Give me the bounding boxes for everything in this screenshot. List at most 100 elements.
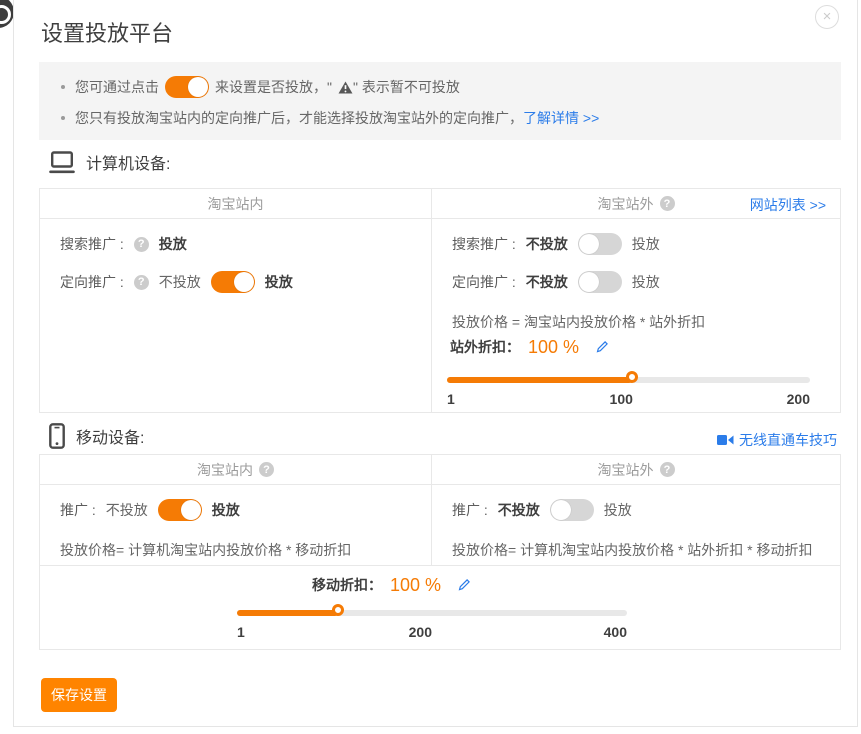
search-promo-label: 搜索推广 : xyxy=(60,234,124,254)
help-icon[interactable] xyxy=(259,462,274,477)
slider-max-label: 400 xyxy=(604,624,627,640)
computer-section-header: 计算机设备: xyxy=(49,150,170,174)
dialog-title: 设置投放平台 xyxy=(41,16,173,48)
onsite-target-toggle[interactable] xyxy=(211,271,255,293)
search-promo-row: 搜索推广 : 不投放 投放 xyxy=(452,232,660,256)
search-promo-value: 投放 xyxy=(159,234,187,254)
notice-box: 您可通过点击 来设置是否投放，" " 表示暂不可投放 您只有投放淘宝站内的定向推… xyxy=(39,62,841,140)
state-on-label: 投放 xyxy=(604,500,632,520)
mobile-onsite-cell: 推广 : 不投放 投放 投放价格= 计算机淘宝站内投放价格 * 移动折扣 xyxy=(40,485,432,565)
state-off-label: 不投放 xyxy=(526,234,568,254)
promo-label: 推广 : xyxy=(452,500,488,520)
promo-label: 推广 : xyxy=(60,500,96,520)
page-corner-logo xyxy=(0,0,14,28)
search-promo-label: 搜索推广 : xyxy=(452,234,516,254)
mobile-offsite-cell: 推广 : 不投放 投放 投放价格= 计算机淘宝站内投放价格 * 站外折扣 * 移… xyxy=(432,485,840,565)
offsite-target-toggle[interactable] xyxy=(578,271,622,293)
edit-pencil-icon[interactable] xyxy=(595,340,609,354)
offsite-header-label: 淘宝站外 xyxy=(598,460,654,480)
computer-onsite-cell: 搜索推广 : 投放 定向推广 : 不投放 投放 xyxy=(40,219,432,412)
notice-text: 您可通过点击 xyxy=(75,77,159,97)
state-off-label: 不投放 xyxy=(526,272,568,292)
bullet-dot xyxy=(61,116,65,120)
onsite-column-header: 淘宝站内 xyxy=(40,455,432,484)
offsite-search-toggle[interactable] xyxy=(578,233,622,255)
table-header: 淘宝站内 淘宝站外 xyxy=(40,455,840,485)
mobile-slider-scale: 1 200 400 xyxy=(237,624,627,642)
toggle-knob xyxy=(188,77,208,97)
toggle-knob xyxy=(579,272,599,292)
slider-min-label: 1 xyxy=(447,391,455,407)
mobile-offsite-price-formula: 投放价格= 计算机淘宝站内投放价格 * 站外折扣 * 移动折扣 xyxy=(452,540,813,560)
offsite-slider-scale: 1 100 200 xyxy=(447,391,810,409)
mobile-offsite-toggle[interactable] xyxy=(550,499,594,521)
offsite-header-label: 淘宝站外 xyxy=(598,194,654,214)
wireless-tips-link[interactable]: 无线直通车技巧 xyxy=(717,430,837,450)
offsite-discount-label: 站外折扣： xyxy=(450,337,520,357)
target-promo-label: 定向推广 : xyxy=(452,272,516,292)
monitor-icon xyxy=(49,151,75,174)
learn-more-link[interactable]: 了解详情 >> xyxy=(523,108,599,128)
mobile-section-header: 移动设备: xyxy=(49,423,144,449)
wireless-tips-label: 无线直通车技巧 xyxy=(739,430,837,450)
mobile-discount-label: 移动折扣： xyxy=(312,575,382,595)
mobile-discount-slider[interactable] xyxy=(237,610,627,616)
onsite-column-header: 淘宝站内 xyxy=(40,189,432,218)
bullet-dot xyxy=(61,85,65,89)
target-promo-label: 定向推广 : xyxy=(60,272,124,292)
computer-platform-table: 淘宝站内 淘宝站外 网站列表 >> 搜索推广 : 投放 定向推广 : 不投放 xyxy=(39,188,841,413)
help-icon[interactable] xyxy=(134,275,149,290)
help-icon[interactable] xyxy=(660,196,675,211)
state-off-label: 不投放 xyxy=(159,272,201,292)
slider-handle[interactable] xyxy=(332,604,344,616)
onsite-header-label: 淘宝站内 xyxy=(197,460,253,480)
notice-text: 您只有投放淘宝站内的定向推广后，才能选择投放淘宝站外的定向推广， xyxy=(75,108,523,128)
notice-text: " 表示暂不可投放 xyxy=(353,77,460,97)
state-off-label: 不投放 xyxy=(106,500,148,520)
mobile-section-title: 移动设备: xyxy=(76,424,144,448)
set-platform-dialog: 设置投放平台 × 您可通过点击 来设置是否投放，" " 表示暂不可投放 您只有投… xyxy=(13,0,858,727)
promo-row: 推广 : 不投放 投放 xyxy=(60,498,240,522)
help-icon[interactable] xyxy=(134,237,149,252)
slider-mid-label: 200 xyxy=(409,624,432,640)
demo-toggle[interactable] xyxy=(165,76,209,98)
mobile-platform-table: 淘宝站内 淘宝站外 推广 : 不投放 投放 投放价格= 计算机淘宝站内投放价格 … xyxy=(39,454,841,650)
slider-fill xyxy=(237,610,338,616)
table-header: 淘宝站内 淘宝站外 网站列表 >> xyxy=(40,189,840,219)
state-on-label: 投放 xyxy=(632,234,660,254)
toggle-knob xyxy=(181,500,201,520)
save-settings-button[interactable]: 保存设置 xyxy=(41,678,117,712)
video-camera-icon xyxy=(717,434,734,446)
mobile-discount-value: 100 % xyxy=(390,575,441,596)
slider-fill xyxy=(447,377,632,383)
slider-mid-label: 100 xyxy=(610,391,633,407)
toggle-knob xyxy=(551,500,571,520)
offsite-discount-value: 100 % xyxy=(528,337,579,358)
phone-icon xyxy=(49,423,65,449)
offsite-discount-row: 站外折扣： 100 % xyxy=(450,334,609,360)
offsite-price-formula: 投放价格 = 淘宝站内投放价格 * 站外折扣 xyxy=(452,312,705,332)
close-icon[interactable]: × xyxy=(815,5,839,29)
help-icon[interactable] xyxy=(660,462,675,477)
mobile-onsite-toggle[interactable] xyxy=(158,499,202,521)
computer-section-title: 计算机设备: xyxy=(86,150,170,174)
target-promo-row: 定向推广 : 不投放 投放 xyxy=(452,270,660,294)
state-on-label: 投放 xyxy=(632,272,660,292)
site-list-link[interactable]: 网站列表 >> xyxy=(750,195,826,215)
offsite-column-header: 淘宝站外 xyxy=(432,455,840,484)
toggle-knob xyxy=(234,272,254,292)
computer-offsite-cell: 搜索推广 : 不投放 投放 定向推广 : 不投放 投放 投放价格 = 淘宝站内投… xyxy=(432,219,840,412)
toggle-knob xyxy=(579,234,599,254)
offsite-discount-slider[interactable] xyxy=(447,377,810,383)
mobile-onsite-price-formula: 投放价格= 计算机淘宝站内投放价格 * 移动折扣 xyxy=(60,540,351,560)
promo-row: 推广 : 不投放 投放 xyxy=(452,498,632,522)
slider-handle[interactable] xyxy=(626,371,638,383)
state-on-label: 投放 xyxy=(265,272,293,292)
notice-text: 来设置是否投放，" xyxy=(215,77,332,97)
target-promo-row: 定向推广 : 不投放 投放 xyxy=(60,270,293,294)
warning-icon xyxy=(338,81,353,94)
state-on-label: 投放 xyxy=(212,500,240,520)
notice-line-1: 您可通过点击 来设置是否投放，" " 表示暂不可投放 xyxy=(61,74,841,100)
notice-line-2: 您只有投放淘宝站内的定向推广后，才能选择投放淘宝站外的定向推广， 了解详情 >> xyxy=(61,105,841,131)
edit-pencil-icon[interactable] xyxy=(457,578,471,592)
